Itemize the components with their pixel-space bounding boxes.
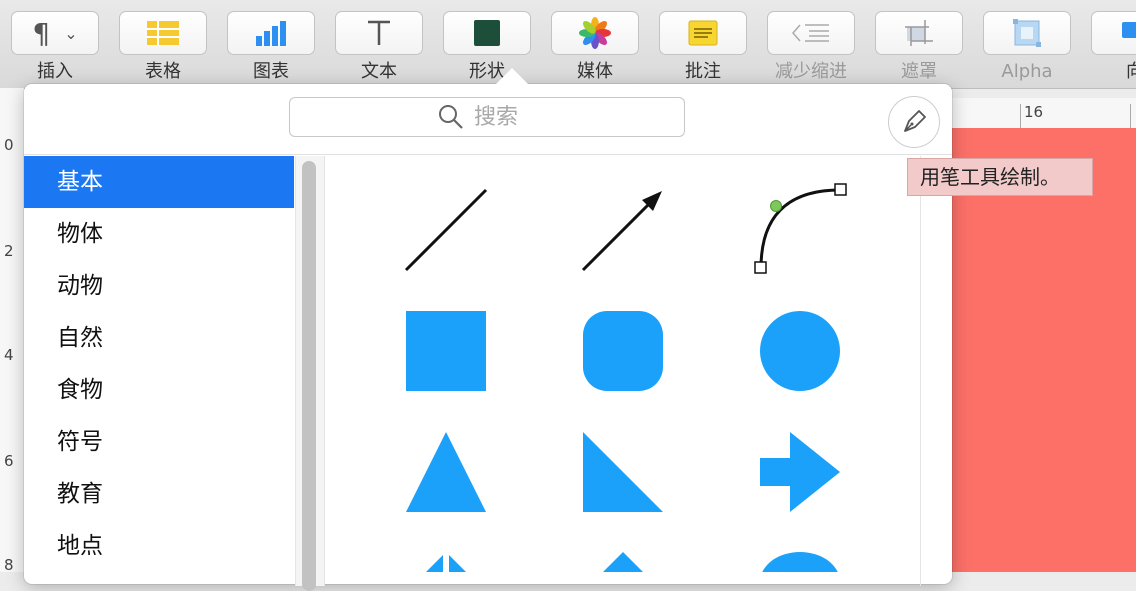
media-icon (579, 17, 611, 49)
alpha-icon (1013, 19, 1041, 47)
ruler-mark: 2 (4, 242, 14, 260)
shape-button[interactable] (443, 11, 531, 55)
pen-icon (904, 110, 926, 132)
shape-icon (474, 20, 500, 46)
text-label: 文本 (361, 61, 397, 82)
ruler-mark: 4 (4, 346, 14, 364)
shape-square[interactable] (406, 311, 486, 391)
shape-right-triangle[interactable] (583, 432, 663, 512)
search-field[interactable] (289, 97, 685, 137)
alpha-label: Alpha (1001, 61, 1053, 82)
mask-icon (905, 20, 933, 46)
mask-label: 遮罩 (901, 61, 937, 82)
text-button[interactable] (335, 11, 423, 55)
search-icon (439, 105, 463, 129)
chart-button[interactable] (227, 11, 315, 55)
popover-arrow (496, 68, 528, 84)
mask-button[interactable] (875, 11, 963, 55)
category-list: 基本 物体 动物 自然 食物 符号 教育 地点 (24, 156, 294, 586)
comment-tool[interactable]: 批注 (658, 11, 748, 83)
popover-divider (24, 154, 952, 155)
insert-button[interactable]: ¶ ⌄ (11, 11, 99, 55)
media-button[interactable] (551, 11, 639, 55)
arrange-tool[interactable]: 向 (1090, 11, 1136, 83)
shape-curve[interactable] (752, 182, 848, 276)
category-objects[interactable]: 物体 (24, 208, 294, 260)
shape-triangle[interactable] (406, 432, 486, 512)
table-icon (147, 21, 179, 45)
decrease-indent-button[interactable] (767, 11, 855, 55)
insert-label: 插入 (37, 61, 73, 82)
media-label: 媒体 (577, 61, 613, 82)
chart-icon (256, 21, 286, 46)
text-icon (368, 20, 390, 45)
category-basic[interactable]: 基本 (24, 156, 294, 208)
shape-circle[interactable] (760, 311, 840, 391)
category-scrollbar-thumb[interactable] (302, 161, 316, 591)
pen-tool-tooltip: 用笔工具绘制。 (907, 158, 1093, 196)
category-education[interactable]: 教育 (24, 468, 294, 520)
chart-tool[interactable]: 图表 (226, 11, 316, 83)
comment-icon (688, 20, 718, 46)
media-tool[interactable]: 媒体 (550, 11, 640, 83)
alpha-button[interactable] (983, 11, 1071, 55)
decrease-indent-label: 减少缩进 (775, 61, 847, 82)
shape-arrow-line[interactable] (580, 188, 666, 272)
ruler-mark: 0 (4, 136, 14, 154)
alpha-tool[interactable]: Alpha (982, 11, 1072, 83)
shape-rounded-square[interactable] (583, 311, 663, 391)
comment-button[interactable] (659, 11, 747, 55)
paragraph-icon: ¶ (32, 16, 51, 50)
category-symbols[interactable]: 符号 (24, 416, 294, 468)
chevron-down-icon: ⌄ (64, 23, 78, 43)
ruler-mark: 8 (4, 556, 14, 574)
ruler-top: 16 (952, 98, 1136, 129)
decrease-indent-icon (792, 24, 829, 42)
insert-tool[interactable]: ¶ ⌄ 插入 (10, 11, 100, 83)
grid-right-separator (920, 156, 921, 586)
ruler-corner (0, 88, 24, 128)
table-tool[interactable]: 表格 (118, 11, 208, 83)
category-nature[interactable]: 自然 (24, 312, 294, 364)
shape-line[interactable] (404, 188, 488, 272)
text-tool[interactable]: 文本 (334, 11, 424, 83)
mask-tool[interactable]: 遮罩 (874, 11, 964, 83)
arrange-button[interactable] (1091, 11, 1136, 55)
arrange-icon (1122, 22, 1136, 38)
shape-library-popover: 基本 物体 动物 自然 食物 符号 教育 地点 (24, 68, 952, 591)
category-places[interactable]: 地点 (24, 520, 294, 572)
grid-separator (324, 156, 325, 586)
category-animals[interactable]: 动物 (24, 260, 294, 312)
ruler-mark: 16 (1024, 103, 1044, 121)
comment-label: 批注 (685, 61, 721, 82)
shape-diamond[interactable] (583, 552, 663, 572)
table-label: 表格 (145, 61, 181, 82)
ruler-mark: 6 (4, 452, 14, 470)
category-food[interactable]: 食物 (24, 364, 294, 416)
chart-label: 图表 (253, 61, 289, 82)
shape-speech-bubble[interactable] (760, 552, 840, 572)
search-input[interactable] (472, 103, 536, 131)
toolbar: ¶ ⌄ 插入 表格 图表 文本 形状 媒体 批注 减少缩进 遮罩 Alpha 向 (0, 0, 1136, 89)
pen-tool-button[interactable] (888, 96, 940, 148)
shape-arrow[interactable] (760, 432, 840, 512)
table-button[interactable] (119, 11, 207, 55)
shape-double-arrow[interactable] (406, 552, 486, 572)
ruler-left: 0 2 4 6 8 (0, 128, 25, 574)
decrease-indent-tool[interactable]: 减少缩进 (766, 11, 856, 83)
arrange-label: 向 (1126, 61, 1136, 82)
